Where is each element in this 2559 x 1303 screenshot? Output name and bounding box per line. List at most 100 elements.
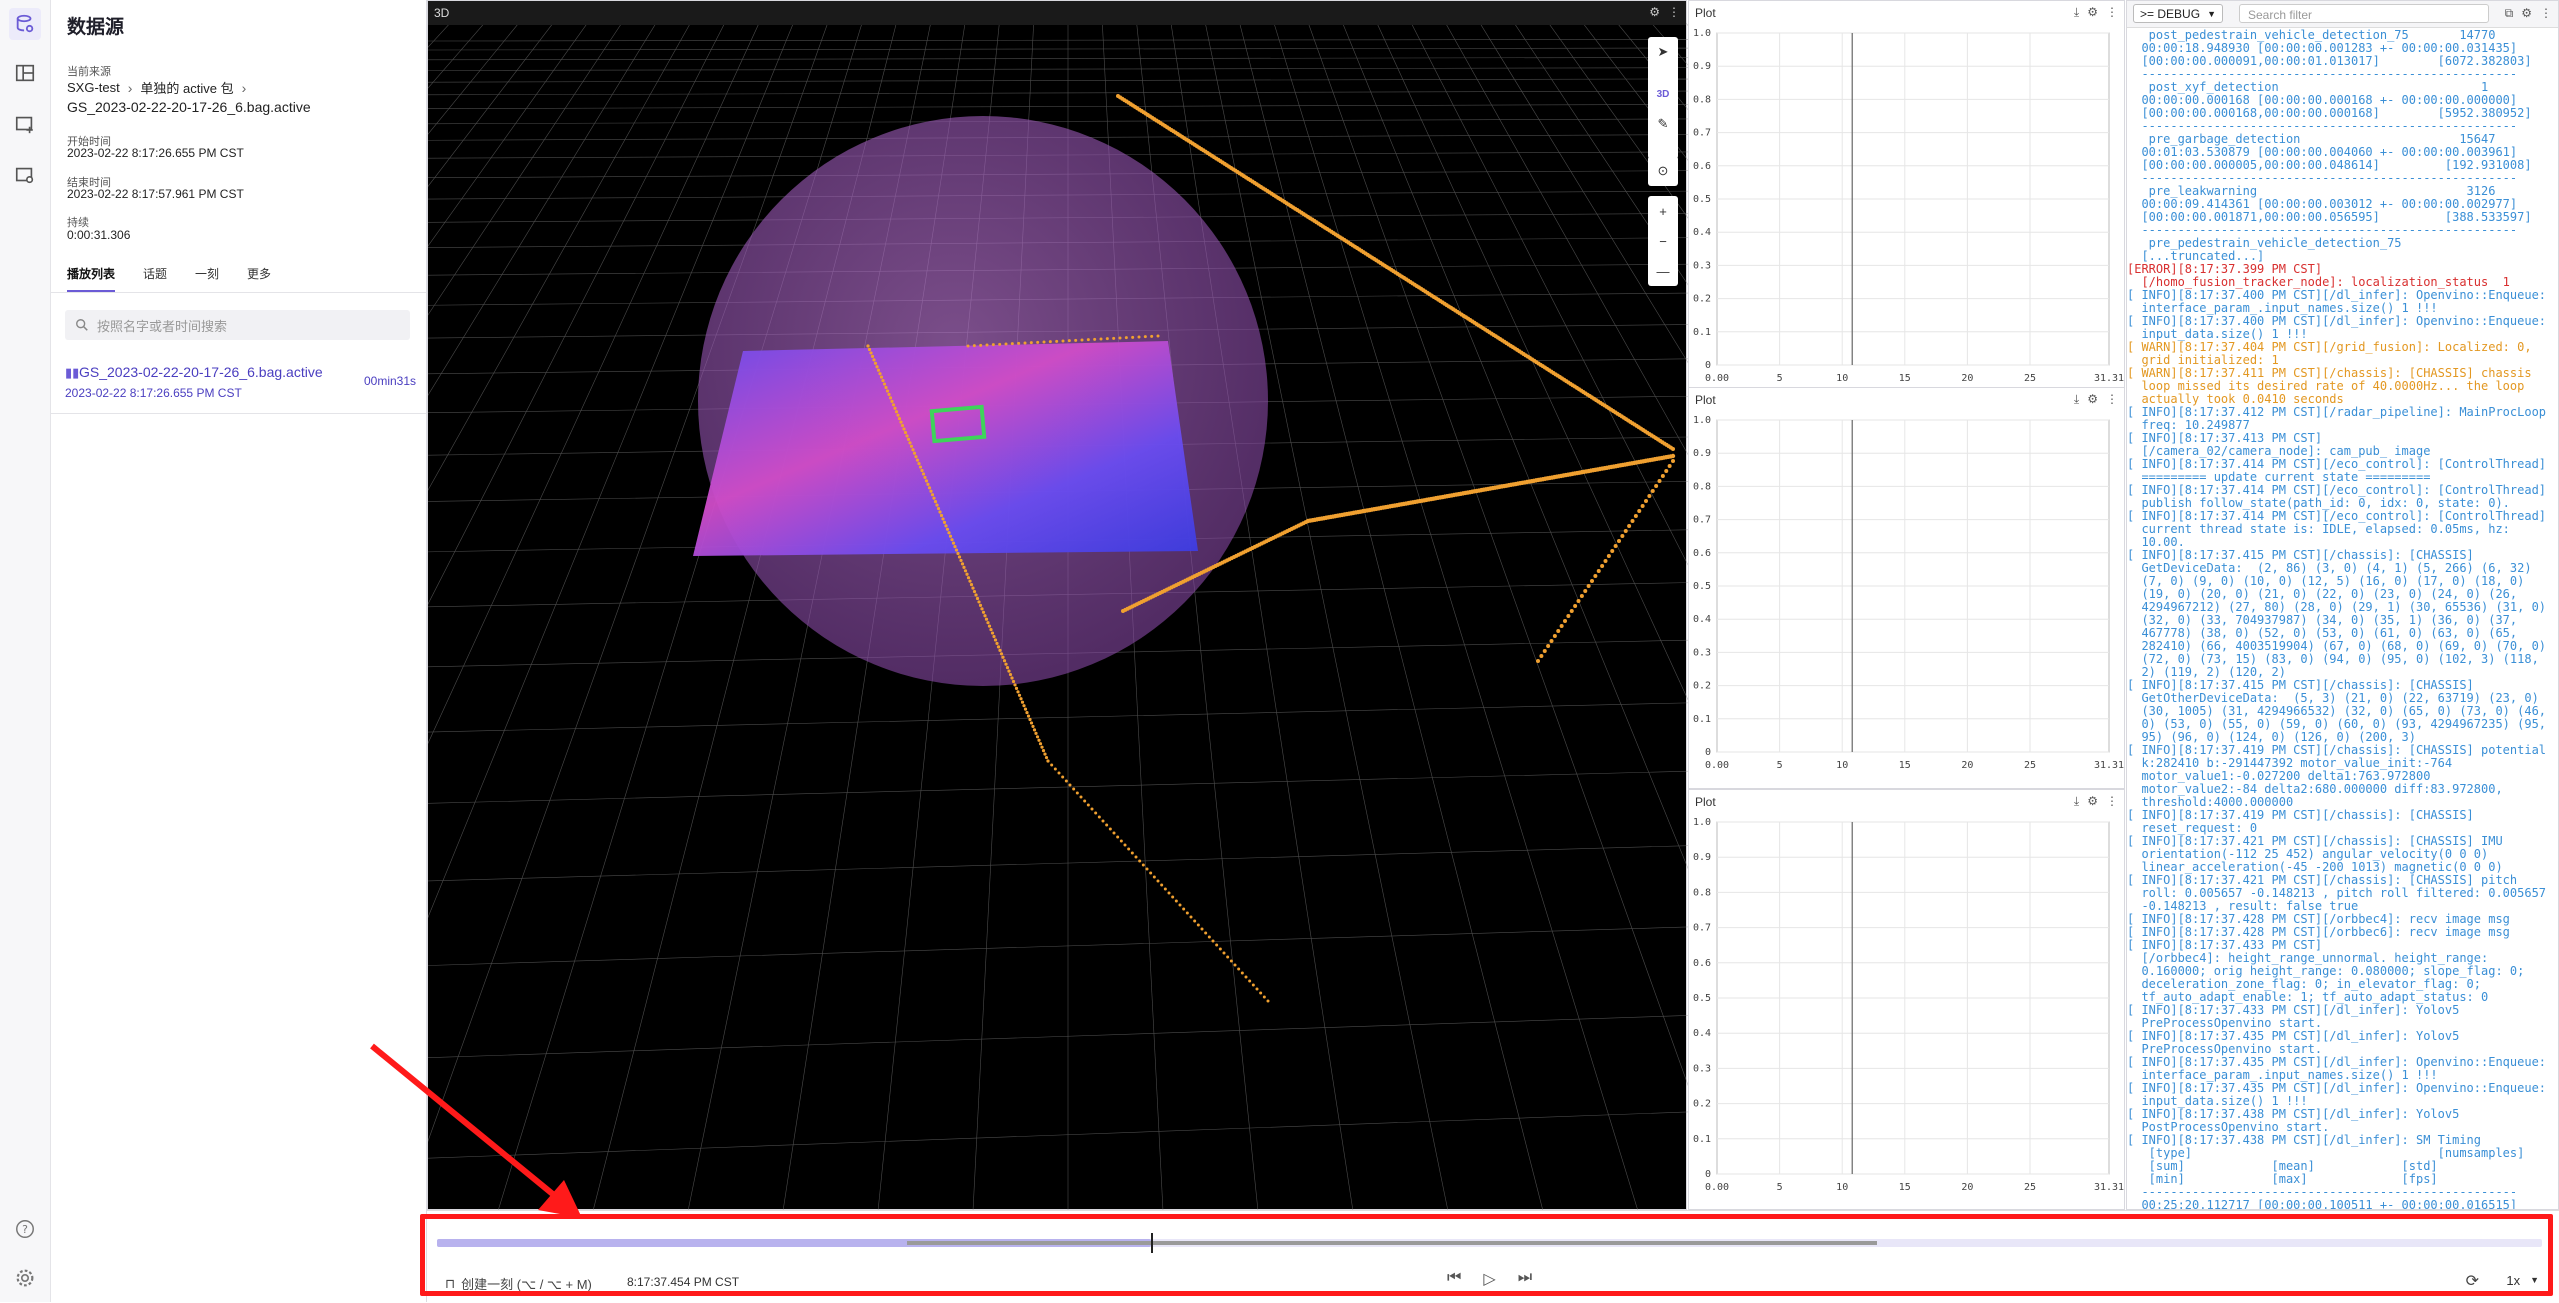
log-toolbar: >= DEBUG ▼ Search filter ⧉ ⚙ ⋮ (2127, 1, 2558, 28)
x-tick-label: 5 (1777, 1182, 1783, 1193)
log-level-value: >= DEBUG (2140, 6, 2201, 21)
search-icon (76, 319, 88, 331)
x-tick-label: 10 (1836, 373, 1848, 384)
data-source-icon[interactable] (9, 8, 41, 40)
copy-icon[interactable]: ⧉ (2505, 6, 2514, 21)
download-icon[interactable]: ⤓ (2074, 392, 2079, 407)
more-icon[interactable]: ⋮ (2540, 6, 2552, 21)
breadcrumb: SXG-test › 单独的 active 包 › (67, 78, 246, 97)
tab-playlist[interactable]: 播放列表 (67, 265, 116, 292)
x-tick-label: 20 (1961, 373, 1973, 384)
view-toolbar: 3D ✎ (1648, 79, 1678, 159)
plot-chart[interactable]: 1.0 0.9 0.8 0.7 0.6 0.5 0.4 0.3 0.2 0.1 0 0.00 5 10 15… (1689, 816, 2124, 1206)
settings-icon[interactable] (9, 1262, 41, 1294)
y-tick-label: 0.5 (1693, 194, 1711, 205)
plot-title: Plot (1695, 393, 1716, 407)
search-placeholder: 按照名字或者时间搜索 (97, 318, 228, 334)
x-tick-label: 25 (2024, 760, 2036, 771)
download-icon[interactable]: ⤓ (2074, 5, 2079, 20)
y-tick-label: 0.8 (1693, 481, 1711, 492)
y-tick-label: 0.7 (1693, 128, 1711, 139)
y-tick-label: 0.4 (1693, 614, 1711, 625)
zoom-in-icon[interactable]: + (1648, 196, 1678, 226)
log-line: current thread state is: IDLE, elapsed: … (2127, 522, 2510, 536)
x-tick-label: 0.00 (1705, 1182, 1729, 1193)
breadcrumb-item[interactable]: SXG-test (67, 80, 120, 95)
log-filter-placeholder: Search filter (2248, 8, 2313, 22)
chevron-right-icon: › (127, 79, 133, 96)
gear-icon[interactable]: ⚙ (2521, 6, 2532, 21)
y-tick-label: 0.3 (1693, 1063, 1711, 1074)
log-panel[interactable]: >= DEBUG ▼ Search filter ⧉ ⚙ ⋮ post_pedest… (2126, 0, 2559, 1210)
select-tool-icon[interactable]: ➤ (1648, 37, 1678, 67)
y-tick-label: 0.6 (1693, 958, 1711, 969)
panel-3d-title: 3D (434, 6, 450, 20)
gear-icon[interactable]: ⚙ (2087, 794, 2098, 809)
x-tick-label: 31.31 (2094, 1182, 2124, 1193)
duration-value: 0:00:31.306 (67, 228, 131, 242)
panel-3d-header: 3D ⚙ ⋮ (428, 1, 1686, 25)
reset-zoom-icon[interactable]: — (1648, 256, 1678, 286)
toggle-3d-button[interactable]: 3D (1648, 79, 1678, 109)
log-filter-input[interactable]: Search filter (2239, 4, 2489, 23)
playlist-item-name: GS_2023-02-22-20-17-26_6.bag.active (79, 364, 323, 380)
x-tick-label: 15 (1899, 373, 1911, 384)
3d-viewport[interactable] (428, 1, 1688, 1211)
more-icon[interactable]: ⋮ (2106, 794, 2118, 809)
y-tick-label: 0.2 (1693, 294, 1711, 305)
zoom-out-icon[interactable]: − (1648, 226, 1678, 256)
panel-settings-icon[interactable] (9, 159, 41, 191)
y-tick-label: 0.3 (1693, 647, 1711, 658)
plot-chart[interactable]: 1.0 0.9 0.8 0.7 0.6 0.5 0.4 0.3 0.2 0.1 0 0.00 5 10 15… (1689, 414, 2124, 784)
x-tick-label: 0.00 (1705, 373, 1729, 384)
tab-topics[interactable]: 话题 (143, 265, 167, 292)
plot-panel-2[interactable]: Plot ⤓ ⚙ ⋮ 1.0 0.9 0.8 0.7 0.6 0.5 0.4 0.3 0.2 0.1 0… (1688, 387, 2125, 789)
playlist-search-input[interactable]: 按照名字或者时间搜索 (65, 310, 410, 340)
x-tick-label: 20 (1961, 760, 1973, 771)
y-tick-label: 0.5 (1693, 581, 1711, 592)
gear-icon[interactable]: ⚙ (1649, 5, 1660, 19)
more-icon[interactable]: ⋮ (2106, 5, 2118, 20)
more-icon[interactable]: ⋮ (1668, 5, 1680, 19)
start-time-value: 2023-02-22 8:17:26.655 PM CST (67, 146, 244, 160)
tab-more[interactable]: 更多 (247, 265, 271, 292)
sidebar-title: 数据源 (67, 17, 125, 38)
y-tick-label: 1.0 (1693, 817, 1711, 828)
source-filename: GS_2023-02-22-20-17-26_6.bag.active (67, 99, 311, 115)
bar-chart-icon: ▮▮ (65, 365, 80, 380)
download-icon[interactable]: ⤓ (2074, 794, 2079, 809)
y-tick-label: 0.9 (1693, 448, 1711, 459)
y-tick-label: 0.4 (1693, 1028, 1711, 1039)
playlist-item-time: 2023-02-22 8:17:26.655 PM CST (65, 386, 242, 400)
log-output[interactable]: post_pedestrain_vehicle_detection_75 147… (2127, 29, 2558, 1209)
x-tick-label: 10 (1836, 760, 1848, 771)
layout-icon[interactable] (9, 57, 41, 89)
y-tick-label: 0.1 (1693, 1134, 1711, 1145)
panel-3d[interactable]: 3D ⚙ ⋮ ➤ 3D ✎ ⊙ + − — (427, 0, 1688, 1211)
gear-icon[interactable]: ⚙ (2087, 392, 2098, 407)
x-tick-label: 10 (1836, 1182, 1848, 1193)
annotation-arrow-icon (370, 1043, 582, 1218)
measure-tool-icon[interactable]: ✎ (1648, 109, 1678, 139)
plot-panel-1[interactable]: Plot ⤓ ⚙ ⋮ 1.0 0.9 0.8 0.7 0.6 0.5 0.4 0.3 0.2 0.1 0… (1688, 0, 2125, 402)
x-tick-label: 31.31 (2094, 373, 2124, 384)
tab-moments[interactable]: 一刻 (195, 265, 219, 292)
recenter-toolbar: ⊙ (1648, 156, 1678, 186)
y-tick-label: 0 (1705, 747, 1711, 758)
sidebar-tabs: 播放列表 话题 一刻 更多 (67, 265, 271, 292)
x-tick-label: 0.00 (1705, 760, 1729, 771)
gear-icon[interactable]: ⚙ (2087, 5, 2098, 20)
log-level-select[interactable]: >= DEBUG ▼ (2133, 4, 2223, 23)
more-icon[interactable]: ⋮ (2106, 392, 2118, 407)
breadcrumb-item[interactable]: 单独的 active 包 (140, 78, 233, 97)
recenter-icon[interactable]: ⊙ (1648, 156, 1678, 186)
plot-panel-3[interactable]: Plot ⤓ ⚙ ⋮ 1.0 0.9 0.8 0.7 0.6 0.5 0.4 0.3 0.2 0.1 0… (1688, 789, 2125, 1210)
y-tick-label: 0.8 (1693, 887, 1711, 898)
add-panel-icon[interactable] (9, 108, 41, 140)
x-tick-label: 25 (2024, 1182, 2036, 1193)
help-icon[interactable]: ? (9, 1213, 41, 1245)
y-tick-label: 0.7 (1693, 923, 1711, 934)
playlist-item[interactable]: ▮▮ GS_2023-02-22-20-17-26_6.bag.active 2… (51, 356, 426, 414)
y-tick-label: 0.4 (1693, 227, 1711, 238)
plot-chart[interactable]: 1.0 0.9 0.8 0.7 0.6 0.5 0.4 0.3 0.2 0.1 0 0.00 5 10 15… (1689, 27, 2124, 397)
